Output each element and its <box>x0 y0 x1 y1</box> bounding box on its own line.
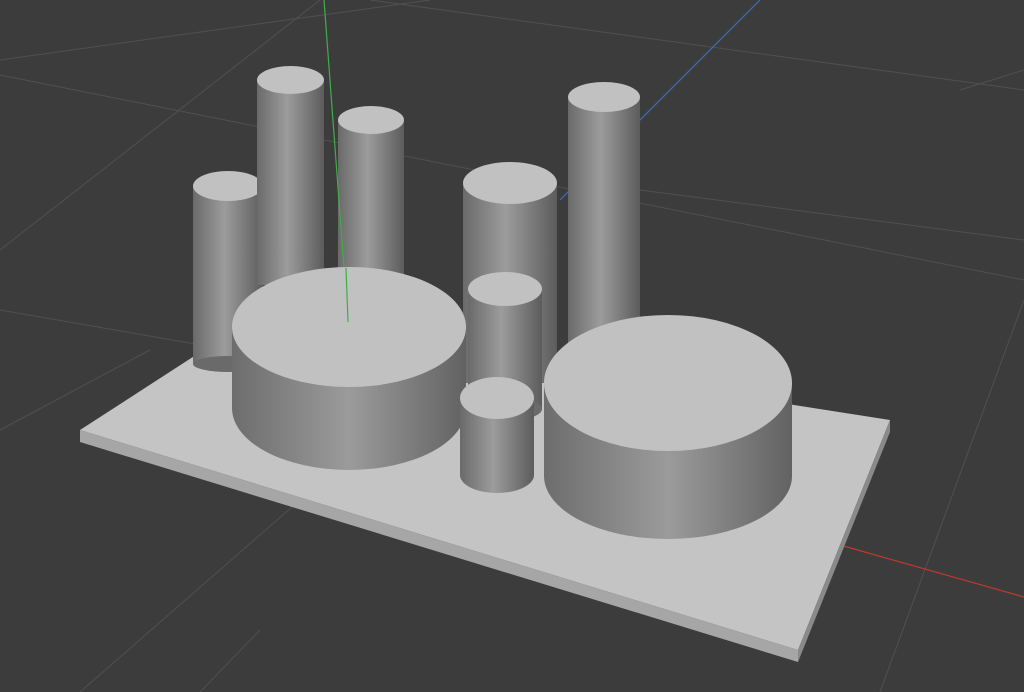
tall-cylinder-3[interactable] <box>338 106 404 285</box>
large-cylinder-left[interactable] <box>232 267 466 470</box>
large-cylinder-right[interactable] <box>544 315 792 539</box>
tall-cylinder-5[interactable] <box>568 82 640 347</box>
3d-viewport[interactable] <box>0 0 1024 692</box>
scene-canvas[interactable] <box>0 0 1024 692</box>
tall-cylinder-2[interactable] <box>257 66 324 285</box>
x-axis-line <box>839 544 1024 598</box>
short-cylinder-2[interactable] <box>460 377 534 493</box>
